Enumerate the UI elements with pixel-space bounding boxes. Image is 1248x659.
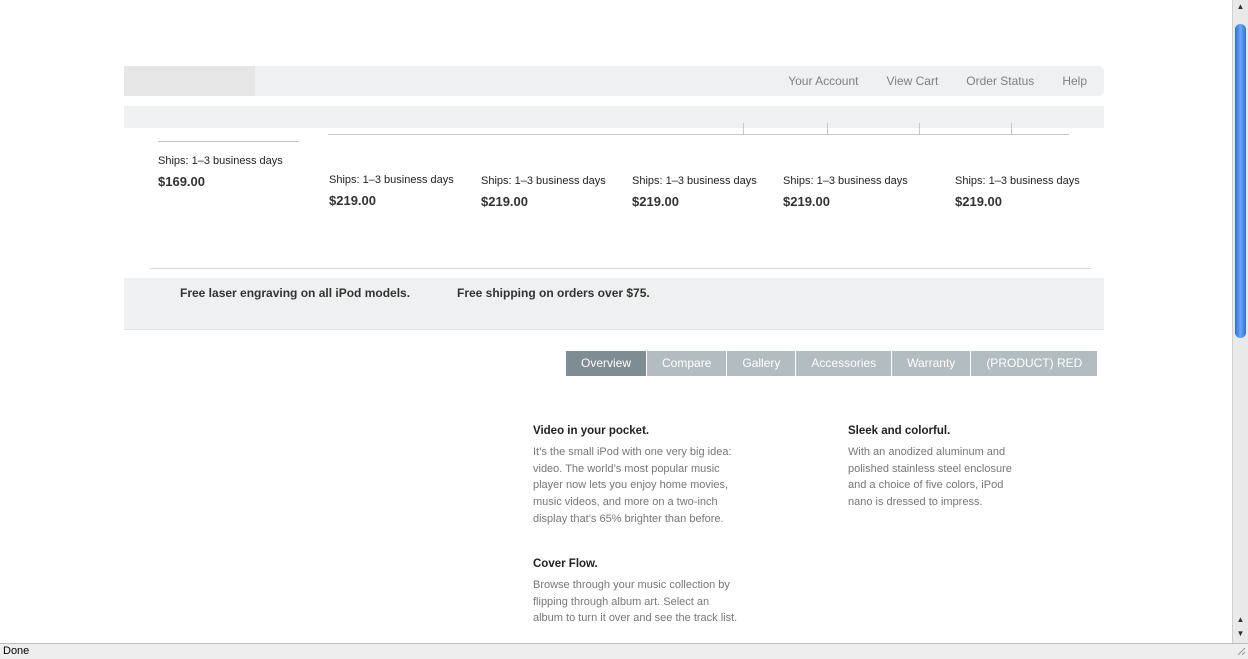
feature-heading: Cover Flow.: [533, 558, 598, 570]
product-divider-tick: [743, 123, 744, 135]
feature-body: It’s the small iPod with one very big id…: [533, 446, 732, 525]
product-item: Ships: 1–3 business days $219.00: [329, 174, 454, 208]
free-shipping-promo[interactable]: Free shipping on orders over $75.: [457, 286, 650, 300]
product-item: Ships: 1–3 business days $219.00: [481, 175, 606, 209]
product-divider-tick: [827, 123, 828, 135]
product-tabs: Overview Compare Gallery Accessories War…: [566, 351, 1098, 376]
product-item: Ships: 1–3 business days $219.00: [783, 175, 908, 209]
feature-heading: Sleek and colorful.: [848, 425, 951, 437]
product-item: Ships: 1–3 business days $219.00: [632, 175, 757, 209]
shipping-info: Ships: 1–3 business days: [158, 155, 283, 167]
engraving-promo[interactable]: Free laser engraving on all iPod models.: [180, 286, 410, 300]
shipping-info: Ships: 1–3 business days: [481, 175, 606, 187]
product-price: $219.00: [632, 194, 679, 209]
product-divider-tick: [1011, 123, 1012, 135]
tab-accessories[interactable]: Accessories: [796, 351, 892, 376]
tab-overview[interactable]: Overview: [566, 351, 647, 376]
global-nav: Your Account View Cart Order Status Help: [124, 66, 1104, 96]
product-rule: [158, 141, 299, 142]
feature-video: Video in your pocket. It’s the small iPo…: [533, 425, 738, 528]
product-price: $219.00: [783, 194, 830, 209]
shipping-info: Ships: 1–3 business days: [329, 174, 454, 186]
shipping-info: Ships: 1–3 business days: [783, 175, 908, 187]
product-price: $219.00: [955, 194, 1002, 209]
tab-product-red[interactable]: (PRODUCT) RED: [971, 351, 1098, 376]
tab-gallery[interactable]: Gallery: [727, 351, 796, 376]
product-item: Ships: 1–3 business days $169.00: [158, 155, 283, 189]
feature-sleek: Sleek and colorful. With an anodized alu…: [848, 425, 1018, 511]
resize-grip-icon[interactable]: [1236, 646, 1246, 656]
product-price: $219.00: [481, 194, 528, 209]
tab-compare[interactable]: Compare: [647, 351, 727, 376]
sub-nav-bar: [124, 106, 1104, 128]
status-bar: Done: [0, 643, 1248, 659]
tab-warranty[interactable]: Warranty: [892, 351, 971, 376]
scroll-up-arrow-icon[interactable]: ▲: [1233, 0, 1248, 12]
section-divider: [150, 268, 1091, 269]
product-price: $219.00: [329, 193, 376, 208]
feature-heading: Video in your pocket.: [533, 425, 650, 437]
feature-body: With an anodized aluminum and polished s…: [848, 446, 1012, 509]
shipping-info: Ships: 1–3 business days: [632, 175, 757, 187]
page-viewport: Your Account View Cart Order Status Help…: [0, 0, 1232, 643]
promo-band: Free laser engraving on all iPod models.…: [124, 278, 1104, 330]
shipping-info: Ships: 1–3 business days: [955, 175, 1080, 187]
product-item: Ships: 1–3 business days $219.00: [955, 175, 1080, 209]
vertical-scrollbar[interactable]: ▲ ▲ ▼: [1232, 0, 1248, 643]
order-status-link[interactable]: Order Status: [966, 74, 1034, 88]
global-nav-links: Your Account View Cart Order Status Help: [788, 66, 1104, 96]
product-rule: [328, 134, 1069, 135]
scrollbar-thumb[interactable]: [1235, 24, 1246, 338]
view-cart-link[interactable]: View Cart: [886, 74, 938, 88]
feature-body: Browse through your music collection by …: [533, 579, 738, 625]
product-price: $169.00: [158, 174, 205, 189]
store-logo-slot[interactable]: [124, 66, 255, 96]
help-link[interactable]: Help: [1062, 74, 1087, 88]
scroll-down-arrow-icon[interactable]: ▼: [1233, 627, 1248, 639]
scroll-up-arrow-icon[interactable]: ▲: [1233, 613, 1248, 625]
feature-coverflow: Cover Flow. Browse through your music co…: [533, 558, 738, 627]
product-divider-tick: [919, 123, 920, 135]
your-account-link[interactable]: Your Account: [788, 74, 858, 88]
status-text: Done: [3, 645, 30, 657]
